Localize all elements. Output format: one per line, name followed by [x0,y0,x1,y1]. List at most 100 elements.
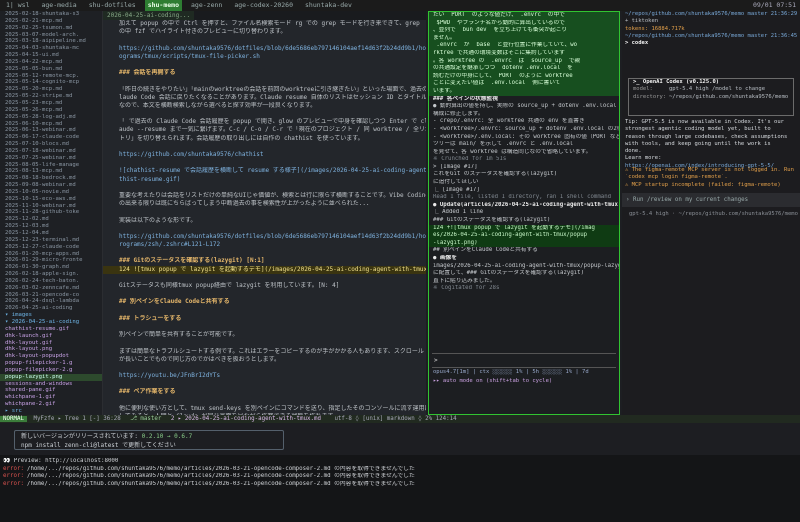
tree-file[interactable]: 2026-04-24-dsql-lambda [0,298,102,305]
tree-file[interactable]: 2025-12-02.md [0,216,102,223]
session-tab[interactable]: age-media [38,0,79,11]
tree-folder[interactable]: ▾ images [0,312,102,319]
tree-file[interactable]: 2025-06-17-claude-code [0,134,102,141]
tree-file[interactable]: dhk-layout.gif [0,340,102,347]
claude-transcript: たい `PORT` のような値だけ、`.envrc` の中で `$PWD` やブラ… [429,12,619,293]
claude-code-pane[interactable]: たい `PORT` のような値だけ、`.envrc` の中で `$PWD` やブラ… [428,11,620,415]
tree-file[interactable]: 2025-05-28-log-adj.md [0,114,102,121]
tree-file[interactable]: 2025-12-23-terminal.md [0,237,102,244]
tree-file[interactable]: 2025-07-10-blocs.md [0,141,102,148]
tree-file[interactable]: popup-filepicker-2.g [0,367,102,374]
tree-file[interactable]: 2025-05-20-mcp.md [0,86,102,93]
session-tab[interactable]: shu-memo [144,0,182,11]
codex-prompt-input[interactable]: › Run /review on my current changes [622,193,800,207]
tree-file[interactable]: 2025-02-18-shuntaka-s3 [0,11,102,18]
tree-file[interactable]: 2026-04-25-ai-coding [0,305,102,312]
session-tab[interactable]: 1| wsl [3,0,32,11]
tree-file[interactable]: dhk-layout.png [0,346,102,353]
claude-line: ません。 [429,34,619,43]
codex-transcript: ~/repos/github.com/shuntaka9576/memo mas… [622,11,800,47]
claude-line: -lazygit.png) [429,239,619,248]
session-tab[interactable]: age-codex-20260 [231,0,296,11]
tree-file[interactable]: 2026-01-29-micro-fronte [0,257,102,264]
terminal-window: 1| wsl age-media shu-dotfiles shu-memo age-z… [0,0,800,522]
tree-file[interactable]: 2025-05-22-stripe.md [0,93,102,100]
error-message: /home/.../repos/github.com/shuntaka9576/… [26,465,415,472]
claude-prompt-input[interactable]: > [432,353,616,368]
codex-pane[interactable]: ~/repos/github.com/shuntaka9576/memo mas… [622,11,800,415]
codex-line: tokens: 16884.717k [625,25,685,32]
tree-file[interactable]: 2025-08-05-life-manage [0,162,102,169]
tree-file[interactable]: 2026-02-24-tech-baton. [0,278,102,285]
tree-file[interactable]: 2025-08-18-bedrock.md [0,175,102,182]
tree-file[interactable]: sessions-and-windows [0,381,102,388]
tree-file[interactable]: 2025-04-03-shuntaka-mc [0,45,102,52]
tree-file[interactable]: popup-filepicker-1.g [0,360,102,367]
claude-line: ごとに変えたい値は `.env.local` 側に書いて [429,80,619,88]
tree-file[interactable]: 2025-05-23-mcp.md [0,100,102,107]
tree-file[interactable]: 2025-05-12-remote-mcp. [0,73,102,80]
tree-file[interactable]: dhk-layout-popupdot [0,353,102,360]
tree-file[interactable]: 2025-04-15-ui.md [0,52,102,59]
error-list: error:/home/.../repos/github.com/shuntak… [0,466,800,489]
claude-line: - crepo/.envrc: 全 worktree 共通の env を直書き [433,118,585,125]
editor-line: 重要な考えたりは会話をリストだけの単純なUIじゃ価値が、検索とは行に限らず横断す… [119,191,426,199]
tree-file[interactable]: 2026-03-02-zenncafe.md [0,285,102,292]
tree-file[interactable]: 2025-02-25-tsumon.md [0,25,102,32]
tree-file[interactable]: 2025-10-15-eco-aws.md [0,196,102,203]
tree-file[interactable]: shared-pane.gif [0,387,102,394]
markdown-editor[interactable]: 2026-04-25-ai-coding... 加えて popup の中で Ct… [103,11,426,415]
tree-file[interactable]: 2025-07-25-webinar.md [0,155,102,162]
tree-file[interactable]: 2026-03-21-opencode-co [0,292,102,299]
editor-tab[interactable]: 2026-04-25-ai-coding... [103,11,195,20]
editor-line: ### Gitのステータスを確認する(lazygit) [N:1] [119,257,265,265]
tree-file[interactable]: 2025-05-14-cognito-mcp [0,79,102,86]
tree-file[interactable]: 2025-02-21-mcp.md [0,18,102,25]
clock: 09/01 07:51 [752,1,796,9]
editor-line: ### ペア作業をする [119,388,176,396]
tree-file[interactable]: dhk-launch.gif [0,333,102,340]
claude-line: に配置して、### Gitのステータスを確認する(lazygit) [433,270,585,277]
tree-file[interactable]: 2025-04-22-mcp.md [0,59,102,66]
error-label: error: [3,473,24,479]
tree-file[interactable]: 2025-05-26-mcp.md [0,107,102,114]
tree-file[interactable]: whichpane-1.gif [0,394,102,401]
tree-folder[interactable]: ▸ src [0,408,102,415]
claude-line: rktree で共通の環境変数はそこに集約しています [429,49,619,58]
tree-file[interactable]: whichpane-2.gif [0,401,102,408]
tree-file[interactable]: 2025-05-05-bun.md [0,66,102,73]
tree-file[interactable]: 2026-01-20-mcp-apps.md [0,251,102,258]
error-message: /home/.../repos/github.com/shuntaka9576/… [26,480,415,487]
tree-file[interactable]: 2026-01-30-graph.md [0,264,102,271]
claude-line: Read 1 file, listed 1 directory, ran 1 s… [433,194,612,201]
tree-file[interactable]: popup-lazygit.png [0,373,102,381]
tree-file[interactable]: chathist-resume.gif [0,326,102,333]
tree-file[interactable]: 2025-11-28-github-toke [0,209,102,216]
tree-file[interactable]: 2025-08-13-mcp.md [0,168,102,175]
tree-file[interactable]: 2025-03-18-aipipeline.md [0,38,102,45]
tree-file[interactable]: 2025-10-05-novie.md [0,189,102,196]
file-tree[interactable]: 2025-02-18-shuntaka-s3 2025-02-21-mcp.md 2… [0,11,103,416]
tree-file[interactable]: 2026-02-18-apple-sign. [0,271,102,278]
tree-file[interactable]: 2025-12-27-claude-code [0,244,102,251]
tree-file[interactable]: 2025-12-03.md [0,223,102,230]
tree-file[interactable]: 2025-11-10-webinar.md [0,203,102,210]
editor-line: ### トラシューをする [119,314,182,322]
session-tab[interactable]: shuntaka-dev [302,0,355,11]
update-command: npm install zenn-cli@latest で更新してください [21,442,176,449]
tree-file[interactable]: 2025-03-07-model-arch. [0,32,102,39]
session-tab[interactable]: shu-dotfiles [86,0,139,11]
tree-file[interactable]: 2025-06-10-mcp.md [0,121,102,128]
tree-file[interactable]: 2025-06-13-webinar.md [0,127,102,134]
tree-file[interactable]: 2025-12-04.md [0,230,102,237]
claude-line: es/2026-04-25-ai-coding-agent-with-tmux/… [429,232,619,240]
tree-folder[interactable]: ▾ 2026-04-25-ai-coding [0,319,102,326]
tree-file[interactable]: 2025-09-08-webinar.md [0,182,102,189]
tree-file[interactable]: 2025-07-18-webinar.md [0,148,102,155]
session-tab[interactable]: age-zenn [188,0,225,11]
editor-buffer[interactable]: 加えて popup の中で Ctrl を押すと、ファイル名検索モード rg での… [103,20,426,415]
